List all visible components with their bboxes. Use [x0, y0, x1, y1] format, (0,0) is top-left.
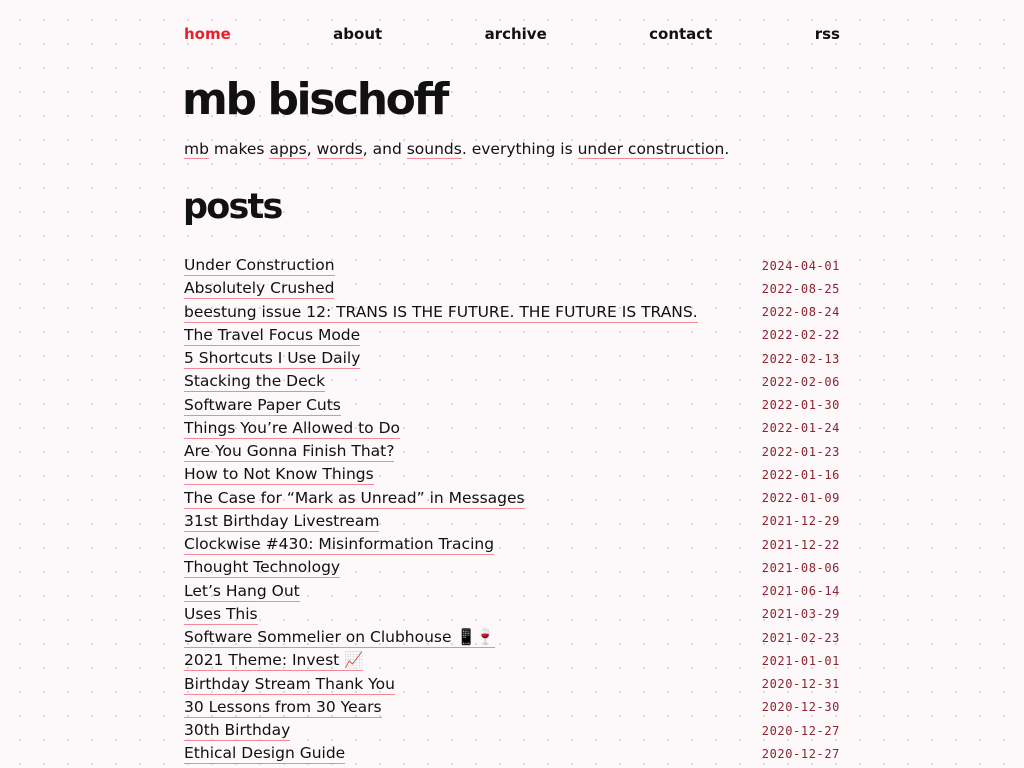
tagline-text: , and — [362, 140, 407, 158]
posts-heading: posts — [183, 187, 283, 227]
post-row: 30th Birthday 2020-12-27 — [184, 719, 840, 742]
tagline-apps-link[interactable]: apps — [269, 140, 307, 159]
post-row: Uses This 2021-03-29 — [184, 603, 840, 626]
post-date: 2021-08-06 — [761, 560, 840, 575]
post-title-link[interactable]: Software Paper Cuts — [184, 395, 341, 416]
post-date: 2021-01-01 — [761, 653, 840, 668]
post-title-link[interactable]: How to Not Know Things — [184, 464, 374, 486]
post-date: 2022-08-25 — [761, 281, 840, 296]
post-row: Are You Gonna Finish That? 2022-01-23 — [184, 440, 840, 463]
post-date: 2022-02-06 — [761, 374, 840, 389]
post-title-link[interactable]: Under Construction — [184, 255, 335, 277]
site-title: mb bischoff — [182, 74, 449, 125]
post-row: 2021 Theme: Invest 📈 2021-01-01 — [184, 649, 840, 672]
post-title-link[interactable]: Are You Gonna Finish That? — [184, 441, 395, 463]
post-title-link[interactable]: Absolutely Crushed — [184, 278, 335, 300]
post-title-link[interactable]: beestung issue 12: TRANS IS THE FUTURE. … — [184, 302, 698, 323]
tagline-sounds-link[interactable]: sounds — [406, 140, 462, 159]
post-row: 31st Birthday Livestream 2021-12-29 — [184, 510, 840, 533]
post-row: Stacking the Deck 2022-02-06 — [184, 370, 840, 393]
top-nav: home about archive contact rss — [184, 22, 840, 46]
post-row: Clockwise #430: Misinformation Tracing 20… — [184, 533, 840, 556]
post-date: 2021-03-29 — [761, 607, 840, 622]
tagline-words-link[interactable]: words — [316, 140, 363, 159]
post-title-link[interactable]: 2021 Theme: Invest 📈 — [184, 650, 364, 672]
post-row: Software Sommelier on Clubhouse 📱🍷 2021-0… — [184, 626, 840, 649]
post-date: 2021-06-14 — [761, 584, 840, 599]
post-date: 2021-02-23 — [761, 630, 840, 645]
post-row: Ethical Design Guide 2020-12-27 — [184, 742, 840, 765]
post-title-link[interactable]: Clockwise #430: Misinformation Tracing — [184, 534, 495, 556]
post-row: Let’s Hang Out 2021-06-14 — [184, 580, 840, 603]
post-title-link[interactable]: 5 Shortcuts I Use Daily — [184, 348, 361, 370]
post-title-link[interactable]: Software Sommelier on Clubhouse 📱🍷 — [184, 627, 496, 649]
post-date: 2022-01-16 — [761, 467, 840, 482]
post-title-link[interactable]: The Travel Focus Mode — [184, 325, 361, 346]
post-row: 5 Shortcuts I Use Daily 2022-02-13 — [184, 347, 840, 370]
post-title-link[interactable]: The Case for “Mark as Unread” in Message… — [184, 488, 525, 509]
post-title-link[interactable]: Thought Technology — [184, 557, 341, 579]
post-date: 2020-12-30 — [761, 700, 840, 715]
post-date: 2024-04-01 — [761, 258, 840, 273]
post-date: 2022-02-22 — [761, 328, 840, 343]
post-row: Thought Technology 2021-08-06 — [184, 556, 840, 579]
post-date: 2020-12-27 — [761, 746, 840, 761]
post-title-link[interactable]: Stacking the Deck — [184, 371, 326, 393]
nav-home-link[interactable]: home — [184, 25, 231, 43]
post-title-link[interactable]: 30th Birthday — [184, 720, 291, 742]
post-row: Under Construction 2024-04-01 — [184, 254, 840, 277]
post-row: Birthday Stream Thank You 2020-12-31 — [184, 673, 840, 696]
post-date: 2022-02-13 — [761, 351, 840, 366]
post-title-link[interactable]: Birthday Stream Thank You — [184, 674, 395, 695]
tagline-text: , — [306, 140, 317, 158]
nav-rss-link[interactable]: rss — [815, 25, 840, 43]
post-date: 2022-01-30 — [761, 398, 840, 413]
post-title-link[interactable]: Ethical Design Guide — [184, 743, 346, 765]
post-row: How to Not Know Things 2022-01-16 — [184, 463, 840, 486]
post-date: 2021-12-22 — [761, 537, 840, 552]
post-row: The Case for “Mark as Unread” in Message… — [184, 487, 840, 510]
post-date: 2020-12-31 — [761, 677, 840, 692]
post-title-link[interactable]: Uses This — [184, 604, 258, 625]
post-row: Things You’re Allowed to Do 2022-01-24 — [184, 417, 840, 440]
nav-archive-link[interactable]: archive — [485, 25, 547, 43]
post-row: Software Paper Cuts 2022-01-30 — [184, 394, 840, 417]
post-title-link[interactable]: Let’s Hang Out — [184, 581, 300, 602]
post-title-link[interactable]: 31st Birthday Livestream — [184, 511, 380, 532]
post-title-link[interactable]: Things You’re Allowed to Do — [184, 418, 400, 439]
nav-contact-link[interactable]: contact — [649, 25, 712, 43]
post-date: 2022-01-24 — [761, 421, 840, 436]
post-date: 2022-01-23 — [761, 444, 840, 459]
post-title-link[interactable]: 30 Lessons from 30 Years — [184, 697, 382, 718]
post-row: 30 Lessons from 30 Years 2020-12-30 — [184, 696, 840, 719]
tagline-mb-link[interactable]: mb — [184, 140, 209, 159]
post-list: Under Construction 2024-04-01 Absolutely … — [184, 254, 840, 766]
post-row: Absolutely Crushed 2022-08-25 — [184, 277, 840, 300]
post-row: beestung issue 12: TRANS IS THE FUTURE. … — [184, 301, 840, 324]
post-date: 2022-08-24 — [761, 305, 840, 320]
post-date: 2020-12-27 — [761, 723, 840, 738]
tagline-under-construction-link[interactable]: under construction — [577, 140, 725, 159]
nav-about-link[interactable]: about — [333, 25, 382, 43]
post-date: 2022-01-09 — [761, 491, 840, 506]
tagline-text: . everything is — [461, 140, 578, 158]
site-tagline: mb makes apps, words, and sounds. everyt… — [184, 138, 729, 160]
post-date: 2021-12-29 — [761, 514, 840, 529]
tagline-text: . — [724, 140, 730, 158]
tagline-text: makes — [208, 140, 270, 158]
post-row: The Travel Focus Mode 2022-02-22 — [184, 324, 840, 347]
